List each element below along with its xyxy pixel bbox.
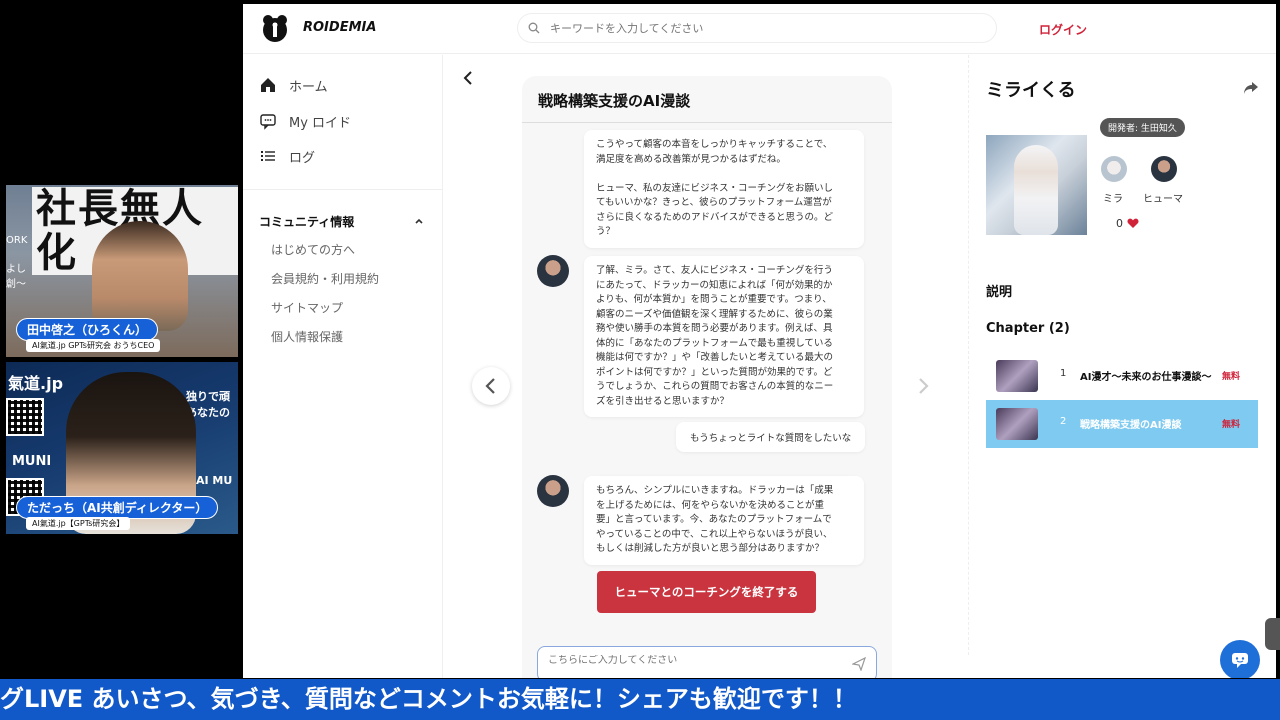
end-coaching-button[interactable]: ヒューマとのコーチングを終了する [597,571,816,613]
chat-panel: 戦略構築支援のAI漫談 こうやって顧客の本音をしっかりキャッチすることで、 満足… [522,76,892,678]
chapter-title: AI漫才〜未来のお仕事漫談〜 [1080,372,1212,383]
character-avatar-human[interactable] [1151,156,1177,182]
chapter-price: 無料 [1222,372,1241,382]
roid-title: ミライくる [986,80,1076,101]
banner-word: AI MU [196,474,233,487]
sidebar-item-log[interactable]: ログ [259,144,315,168]
chat-message-ai: 了解、ミラ。さて、友人にビジネス・コーチングを行う にあたって、ドラッカーの知恵… [584,256,864,417]
chat-icon [260,114,276,130]
browser-page: ROIDEMIA ログイン ホーム [243,4,1276,678]
character-avatar-mira[interactable] [1101,156,1127,182]
home-icon [261,78,275,92]
chapter-row[interactable]: 1 AI漫才〜未来のお仕事漫談〜 無料 [986,352,1258,400]
prev-button[interactable] [472,367,510,405]
sidebar-item-label: My ロイド [289,115,352,131]
chat-message-ai: こうやって顧客の本音をしっかりキャッチすることで、 満足度を高める改善策が見つか… [584,130,864,248]
chapter-number: 1 [1060,368,1067,379]
heart-icon[interactable] [1127,218,1139,229]
panel-divider [968,55,969,655]
banner-side-text: ORK よし 創〜 [6,235,28,290]
chevron-left-icon [485,378,495,394]
community-heading[interactable]: コミュニティ情報 [259,213,354,230]
scrollbar-handle[interactable] [1265,618,1280,650]
banner-word: 独りで頑 [186,390,230,403]
host-video-person [92,221,188,331]
sidebar-item-my-roid[interactable]: My ロイド [259,109,351,133]
share-icon[interactable] [1243,81,1259,95]
chapter-title: 戦略構築支援のAI漫談 [1080,420,1182,431]
sidebar-item-label: ホーム [289,79,328,95]
chat-message-user: もうちょっとライトな質問をしたいな [676,422,866,452]
chat-bubble-icon [1232,653,1248,668]
like-count: 0 [1116,217,1123,230]
chapter-number: 2 [1060,416,1067,427]
sidebar-item-label: ログ [289,150,316,166]
chevron-right-icon [919,378,929,394]
roidemia-logo-icon[interactable] [259,13,291,45]
community-link-terms[interactable]: 会員規約・利用規約 [271,270,379,287]
send-icon[interactable] [852,657,866,671]
search-box[interactable] [517,13,997,43]
chapter-row-active[interactable]: 2 戦略構築支援のAI漫談 無料 [986,400,1258,448]
chat-input-box[interactable] [537,646,877,678]
live-ticker: グLIVE あいさつ、気づき、質問などコメントお気軽に！シェアも歓迎です！！ [0,679,1280,720]
sidebar: ホーム My ロイド ログ コミュニティ情報 はじめての方へ 会員規約・利用規約… [243,55,443,678]
next-button[interactable] [904,367,942,405]
character-name: ヒューマ [1143,194,1183,205]
character-name: ミラ [1103,194,1123,205]
host-sub-badge: AI氣道.jp GPTs研究会 おうちCEO [26,339,161,352]
description-heading: 説明 [986,285,1013,300]
chevron-up-icon[interactable] [413,215,425,227]
chat-title: 戦略構築支援のAI漫談 [538,92,691,110]
guest-name-badge: ただっち（AI共創ディレクター） [16,496,219,519]
brand-name[interactable]: ROIDEMIA [303,20,376,35]
screen: 社長無人化 ORK よし 創〜 田中啓之（ひろくん） AI氣道.jp GPTs研… [0,0,1280,720]
host-name-badge: 田中啓之（ひろくん） [16,318,159,341]
login-link[interactable]: ログイン [1039,21,1087,38]
avatar [537,255,569,287]
chat-input[interactable] [548,655,828,666]
community-link-sitemap[interactable]: サイトマップ [271,299,343,316]
avatar [537,475,569,507]
community-link-privacy[interactable]: 個人情報保護 [271,328,343,345]
sidebar-item-home[interactable]: ホーム [259,73,328,97]
guest-sub-badge: AI氣道.jp【GPTs研究会】 [26,517,131,530]
chapter-price: 無料 [1222,420,1241,430]
chat-header-divider [522,122,892,123]
search-input[interactable] [550,18,980,38]
back-arrow-icon[interactable] [461,70,475,86]
list-icon [261,151,275,161]
community-link-beginners[interactable]: はじめての方へ [271,241,355,258]
video-feed-guest: 氣道.jp 独りで頑 あなたの MUNI AI MU ただっち（AI共創ディレク… [6,362,238,534]
banner-word: 氣道.jp [8,374,64,393]
chapter-thumbnail [996,408,1038,440]
chapter-thumbnail [996,360,1038,392]
support-chat-button[interactable] [1220,640,1260,678]
sidebar-divider [243,189,443,190]
search-icon [528,22,540,34]
top-bar: ROIDEMIA ログイン [243,4,1276,54]
qr-code-icon [6,398,44,436]
cover-character [1014,145,1058,235]
roid-cover-image[interactable] [986,135,1087,235]
video-feed-host: 社長無人化 ORK よし 創〜 田中啓之（ひろくん） AI氣道.jp GPTs研… [6,185,238,357]
developer-badge: 開発者: 生田知久 [1100,118,1185,137]
chapter-heading: Chapter (2) [986,321,1070,336]
chat-message-ai: もちろん、シンプルにいきますね。ドラッカーは「成果 を上げるためには、何をやらな… [584,476,864,565]
banner-word: MUNI [12,454,52,469]
